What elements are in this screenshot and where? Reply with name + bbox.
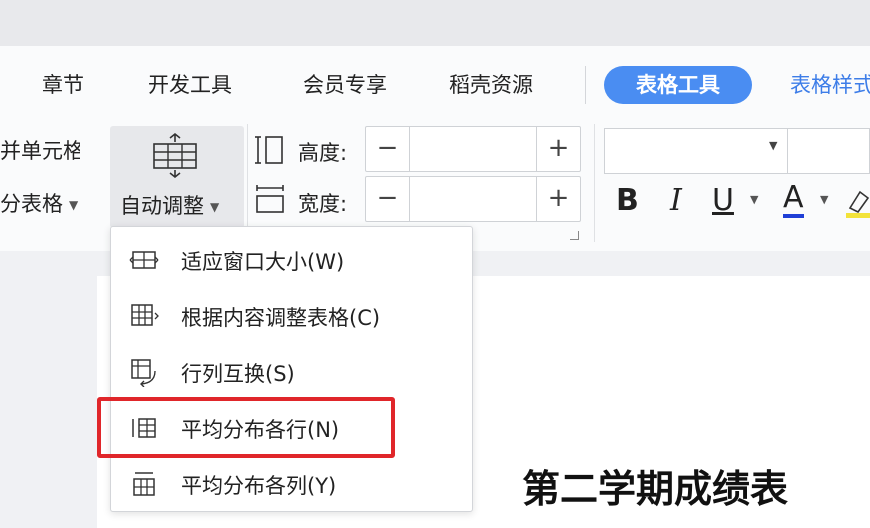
height-increase-button[interactable]: + (536, 127, 580, 171)
merge-cells-button[interactable]: 合并单元格 (0, 135, 80, 165)
swap-rows-columns-icon (131, 359, 156, 387)
dialog-launcher-icon[interactable] (570, 231, 579, 240)
height-decrease-button[interactable]: − (366, 127, 410, 171)
chevron-down-icon[interactable]: ▼ (750, 193, 758, 206)
width-stepper[interactable]: − + (365, 176, 581, 222)
menu-item-label: 根据内容调整表格(C) (181, 306, 381, 330)
chevron-down-icon: ▼ (769, 139, 778, 152)
tab-separator (585, 66, 586, 104)
chevron-down-icon: ▼ (69, 198, 79, 212)
auto-adjust-label: 自动调整 (120, 194, 204, 218)
auto-adjust-menu: 适应窗口大小(W) 根据内容调整表格(C) 行列互换(S) 平均分布各行(N) … (110, 226, 473, 512)
menu-item-label: 行列互换(S) (181, 362, 295, 386)
italic-button[interactable]: I (670, 180, 682, 222)
row-height-icon (255, 136, 283, 164)
menu-item-distribute-columns[interactable]: 平均分布各列(Y) (111, 457, 472, 513)
width-label: 宽度: (298, 192, 348, 216)
chevron-down-icon[interactable]: ▼ (820, 193, 828, 206)
window-top-strip (0, 0, 870, 46)
tab-table-tools[interactable]: 表格工具 (604, 66, 752, 104)
font-size-divider (787, 129, 788, 173)
menu-item-label: 适应窗口大小(W) (181, 250, 345, 274)
split-table-label: 拆分表格 (0, 192, 63, 216)
bold-button[interactable]: B (616, 180, 639, 222)
distribute-columns-icon (133, 472, 155, 496)
width-decrease-button[interactable]: − (366, 177, 410, 221)
underline-button[interactable]: U (712, 180, 734, 222)
tab-member-exclusive[interactable]: 会员专享 (303, 70, 387, 100)
chevron-down-icon: ▼ (210, 200, 220, 214)
group-divider (594, 124, 595, 242)
menu-item-swap-rows-columns[interactable]: 行列互换(S) (111, 345, 472, 401)
tab-docer-resources[interactable]: 稻壳资源 (449, 70, 533, 100)
menu-item-label: 平均分布各列(Y) (181, 474, 337, 498)
fit-window-icon (129, 251, 159, 269)
highlighter-icon[interactable] (846, 186, 870, 218)
tab-table-style-label: 表格样式 (790, 73, 870, 97)
height-stepper[interactable]: − + (365, 126, 581, 172)
document-title: 第二学期成绩表 (522, 466, 789, 511)
split-table-button[interactable]: 拆分表格 ▼ (0, 188, 80, 218)
tab-chapter[interactable]: 章节 (42, 70, 84, 100)
height-label: 高度: (298, 141, 348, 165)
merge-cells-label: 合并单元格 (0, 139, 80, 163)
font-color-button[interactable]: A (783, 180, 804, 218)
font-name-select[interactable]: ▼ (604, 128, 870, 174)
auto-adjust-icon (153, 132, 197, 178)
menu-item-fit-window[interactable]: 适应窗口大小(W) (111, 233, 472, 289)
tab-developer-tools[interactable]: 开发工具 (148, 70, 232, 100)
width-increase-button[interactable]: + (536, 177, 580, 221)
highlight-box (97, 397, 395, 458)
auto-adjust-label-row: 自动调整 ▼ (120, 190, 219, 220)
auto-adjust-button[interactable]: 自动调整 ▼ (110, 126, 244, 228)
tab-table-style[interactable]: 表格样式 (790, 70, 870, 100)
column-width-icon (256, 185, 284, 213)
fit-content-icon (131, 304, 159, 326)
group-divider (247, 124, 248, 242)
menu-item-fit-content[interactable]: 根据内容调整表格(C) (111, 289, 472, 345)
